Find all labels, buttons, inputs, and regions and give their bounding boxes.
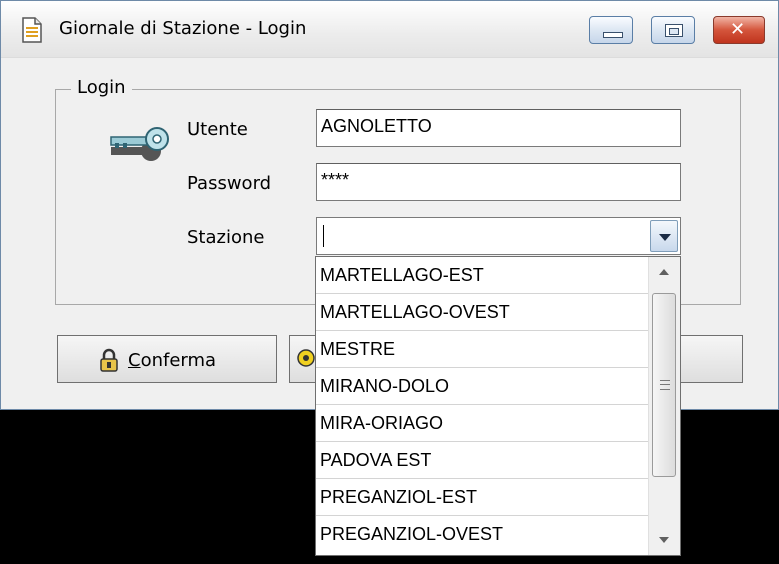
user-label: Utente xyxy=(187,119,248,140)
title-bar[interactable]: Giornale di Stazione - Login ✕ xyxy=(1,1,778,58)
password-label: Password xyxy=(187,173,272,194)
grip-icon xyxy=(660,380,670,390)
close-icon: ✕ xyxy=(730,19,746,40)
list-item[interactable]: PREGANZIOL-OVEST xyxy=(316,516,651,553)
close-button[interactable]: ✕ xyxy=(713,16,765,44)
scroll-up-icon[interactable] xyxy=(649,257,679,287)
maximize-icon xyxy=(665,24,683,37)
list-item[interactable]: MIRANO-DOLO xyxy=(316,368,651,405)
list-item[interactable]: MARTELLAGO-EST xyxy=(316,257,651,294)
station-dropdown-list[interactable]: MARTELLAGO-EST MARTELLAGO-OVEST MESTRE M… xyxy=(315,256,681,556)
key-icon xyxy=(110,127,169,161)
document-icon xyxy=(22,17,42,43)
list-item[interactable]: PADOVA EST xyxy=(316,442,651,479)
list-item[interactable]: PREGANZIOL-EST xyxy=(316,479,651,516)
list-item[interactable]: MESTRE xyxy=(316,331,651,368)
chevron-down-icon[interactable] xyxy=(650,220,678,252)
scrollbar-thumb[interactable] xyxy=(652,293,676,477)
dropdown-scrollbar[interactable] xyxy=(648,257,680,555)
minimize-icon xyxy=(603,32,623,38)
text-caret xyxy=(323,225,324,247)
list-item[interactable]: MARTELLAGO-OVEST xyxy=(316,294,651,331)
station-combobox[interactable] xyxy=(316,217,681,255)
login-group-label: Login xyxy=(71,77,132,98)
padlock-icon xyxy=(100,348,118,372)
password-input[interactable]: **** xyxy=(316,163,681,201)
station-label: Stazione xyxy=(187,227,265,248)
list-item[interactable]: MIRA-ORIAGO xyxy=(316,405,651,442)
user-input[interactable]: AGNOLETTO xyxy=(316,109,681,147)
minimize-button[interactable] xyxy=(589,16,633,44)
window-title: Giornale di Stazione - Login xyxy=(59,18,307,39)
maximize-button[interactable] xyxy=(651,16,695,44)
scroll-down-icon[interactable] xyxy=(649,525,679,555)
confirm-button-label: Conferma xyxy=(128,350,217,371)
confirm-button[interactable]: Conferma xyxy=(57,335,277,383)
cancel-icon xyxy=(297,349,315,367)
